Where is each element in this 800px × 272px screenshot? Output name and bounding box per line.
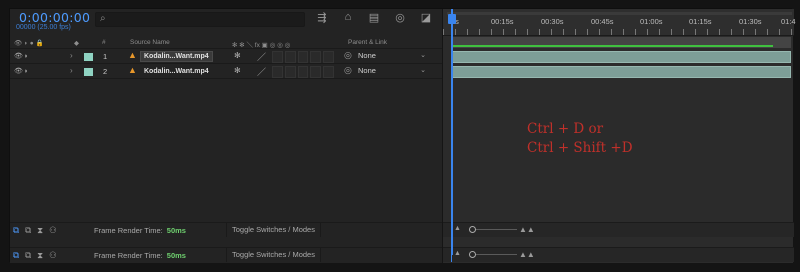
column-parent-header[interactable]: Parent & Link [348,39,387,46]
ruler-tick: 01:30s [739,17,762,26]
zoom-slider-handle[interactable] [469,251,476,258]
motion-blur-icon[interactable]: ◎ [393,11,407,24]
frame-render-value: 50ms [166,226,186,235]
shy-switch-icon[interactable]: ✻ [234,51,241,60]
frame-blending-icon[interactable]: ▤ [367,11,381,24]
status-icons: ⧉ ⧉ ⧗ ⚇ [13,225,57,236]
quality-switch-icon[interactable]: ／ [257,65,266,78]
layer-search-input[interactable]: ⌕ [95,12,305,27]
in-out-icon[interactable]: ⧗ [37,250,43,261]
layer-number: 2 [103,67,108,76]
column-source-name-header[interactable]: Source Name [130,39,170,46]
chevron-down-icon: ⌄ [420,52,426,59]
label-header-icon[interactable]: ◆ [74,39,79,47]
modes-icon[interactable]: ⧉ [25,250,31,261]
layer-row[interactable]: 👁◗ › 1 ▲ Kodalin...Want.mp4 ✻ ／ ◎ None ⌄ [10,50,442,64]
screenshot-frame: 0:00:00:00 00000 (25.00 fps) ⌕ ⇶ ⌂ ▤ ◎ ◪… [0,0,800,272]
zoom-slider-handle[interactable] [469,226,476,233]
work-area-bar[interactable] [451,37,791,48]
expand-chevron-icon[interactable]: › [70,66,73,75]
column-number-header: # [102,39,106,46]
column-header: 👁 ◗ ● 🔒 ◆ # Source Name ✻ ✻ ＼ fx ▣ ◎ ◎ ◎… [10,36,442,49]
current-time-display[interactable]: 0:00:00:00 [19,10,90,25]
modes-icon[interactable]: ⧉ [25,225,31,236]
shy-switch-icon[interactable]: ✻ [234,66,241,75]
frame-render-label: Frame Render Time: [94,226,163,235]
quality-switch-icon[interactable]: ／ [257,50,266,63]
toggle-switches-modes-button[interactable]: Toggle Switches / Modes [226,248,321,262]
zoom-slider-bar: ▲ ▲▲ [443,247,794,262]
chevron-down-icon: ⌄ [420,67,426,74]
footage-cone-icon: ▲ [128,65,137,75]
zoom-slider-track[interactable] [469,229,517,230]
layer-name[interactable]: Kodalin...Want.mp4 [140,51,213,62]
current-time-indicator[interactable] [448,9,456,255]
layer-switches-icon[interactable]: ⧉ [13,250,19,261]
parent-value: None [358,66,376,75]
visibility-audio-toggles[interactable]: 👁◗ [14,52,29,60]
footage-cone-icon: ▲ [128,50,137,60]
layer-number: 1 [103,52,108,61]
ruler-minor-ticks [443,29,794,35]
frame-render-time: Frame Render Time: 50ms [94,226,186,235]
zoom-slider-track[interactable] [469,254,517,255]
visibility-audio-toggles[interactable]: 👁◗ [14,67,29,75]
layer-duration-bar[interactable] [451,66,791,78]
draft-3d-icon[interactable]: ⌂ [341,11,355,24]
switches-header-icons[interactable]: ✻ ✻ ＼ fx ▣ ◎ ◎ ◎ [232,39,290,49]
timeline-area[interactable]: 0s 00:15s 00:30s 00:45s 01:00s 01:15s 01… [442,9,796,263]
layer-row[interactable]: 👁◗ › 2 ▲ Kodalin...Want.mp4 ✻ ／ ◎ None ⌄ [10,65,442,79]
layer-switch-cells[interactable] [272,66,334,78]
timeline-toolbar: ⇶ ⌂ ▤ ◎ ◪ [315,11,433,24]
pick-whip-icon[interactable]: ◎ [344,65,352,76]
composition-flowchart-icon[interactable]: ⇶ [315,11,329,24]
av-switches-header-icons[interactable]: 👁 ◗ ● 🔒 [14,39,44,47]
layer-label-swatch[interactable] [84,53,93,61]
layer-pane: 0:00:00:00 00000 (25.00 fps) ⌕ ⇶ ⌂ ▤ ◎ ◪… [10,9,442,263]
frame-render-value: 50ms [166,251,186,260]
parent-select[interactable]: None ⌄ [356,51,428,63]
status-icons: ⧉ ⧉ ⧗ ⚇ [13,250,57,261]
zoom-out-icon[interactable]: ▲ [454,250,461,257]
search-icon: ⌕ [100,13,106,24]
annotation-line: Ctrl + D or [527,121,604,137]
frame-render-time: Frame Render Time: 50ms [94,251,186,260]
in-out-icon[interactable]: ⧗ [37,225,43,236]
ruler-tick: 01:15s [689,17,712,26]
toggle-switches-modes-button[interactable]: Toggle Switches / Modes [226,223,321,237]
annotation-line: Ctrl + Shift +D [527,140,633,156]
parent-value: None [358,51,376,60]
layer-name[interactable]: Kodalin...Want.mp4 [140,66,213,77]
render-time-icon[interactable]: ⚇ [49,225,57,236]
zoom-in-icon[interactable]: ▲▲ [519,250,535,259]
status-bar: ⧉ ⧉ ⧗ ⚇ Frame Render Time: 50ms Toggle Sw… [10,247,442,262]
expand-chevron-icon[interactable]: › [70,51,73,60]
ruler-tick: 00:15s [491,17,514,26]
playhead-handle[interactable] [448,14,456,24]
layer-switches-icon[interactable]: ⧉ [13,225,19,236]
parent-select[interactable]: None ⌄ [356,66,428,78]
frame-rate-label: 00000 (25.00 fps) [16,24,71,31]
ruler-tick: 01:4 [781,17,796,26]
ruler-tick: 00:45s [591,17,614,26]
cache-indicator [451,45,773,47]
render-time-icon[interactable]: ⚇ [49,250,57,261]
ruler-tick: 00:30s [541,17,564,26]
status-bar: ⧉ ⧉ ⧗ ⚇ Frame Render Time: 50ms Toggle Sw… [10,222,442,237]
zoom-slider-bar: ▲ ▲▲ [443,222,794,237]
timeline-panel: 0:00:00:00 00000 (25.00 fps) ⌕ ⇶ ⌂ ▤ ◎ ◪… [9,8,796,263]
layer-duration-bar[interactable] [451,51,791,63]
layer-label-swatch[interactable] [84,68,93,76]
pick-whip-icon[interactable]: ◎ [344,50,352,61]
zoom-in-icon[interactable]: ▲▲ [519,225,535,234]
layer-switch-cells[interactable] [272,51,334,63]
time-navigator-bar[interactable] [447,12,792,15]
frame-render-label: Frame Render Time: [94,251,163,260]
graph-editor-icon[interactable]: ◪ [419,11,433,24]
ruler-tick: 01:00s [640,17,663,26]
zoom-out-icon[interactable]: ▲ [454,225,461,232]
time-ruler[interactable]: 0s 00:15s 00:30s 00:45s 01:00s 01:15s 01… [443,9,796,36]
